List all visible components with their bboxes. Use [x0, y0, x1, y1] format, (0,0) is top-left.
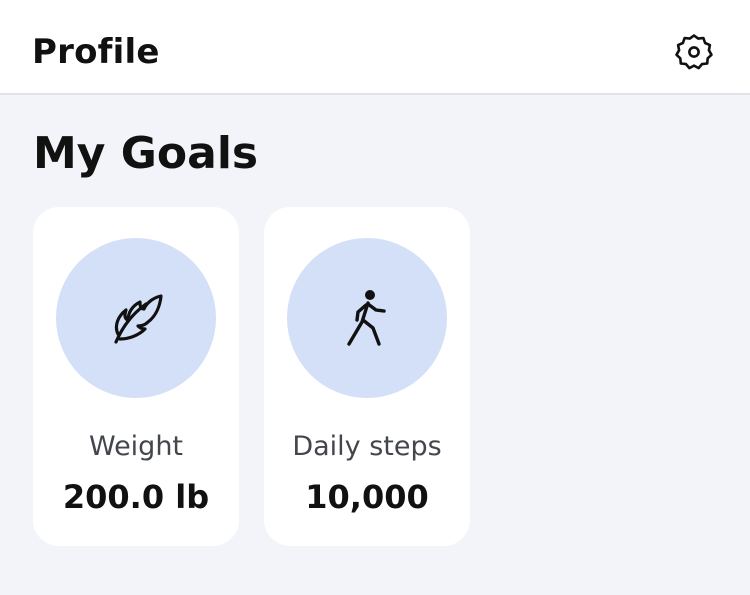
goals-list: Weight 200.0 lb Daily steps 10,000 [33, 207, 470, 546]
page-title: Profile [32, 32, 160, 72]
gear-icon [675, 34, 713, 70]
goal-label: Daily steps [292, 431, 442, 462]
top-bar: Profile [0, 0, 750, 95]
goal-icon-circle [56, 238, 216, 398]
goal-card-weight[interactable]: Weight 200.0 lb [33, 207, 239, 546]
goal-value: 10,000 [305, 478, 429, 516]
goal-value: 200.0 lb [62, 478, 210, 516]
goal-icon-circle [287, 238, 447, 398]
settings-button[interactable] [670, 28, 718, 76]
feather-icon [114, 294, 163, 344]
section-title: My Goals [33, 128, 259, 179]
goal-label: Weight [88, 431, 184, 462]
walking-person-icon [347, 290, 386, 346]
goal-card-daily-steps[interactable]: Daily steps 10,000 [264, 207, 470, 546]
